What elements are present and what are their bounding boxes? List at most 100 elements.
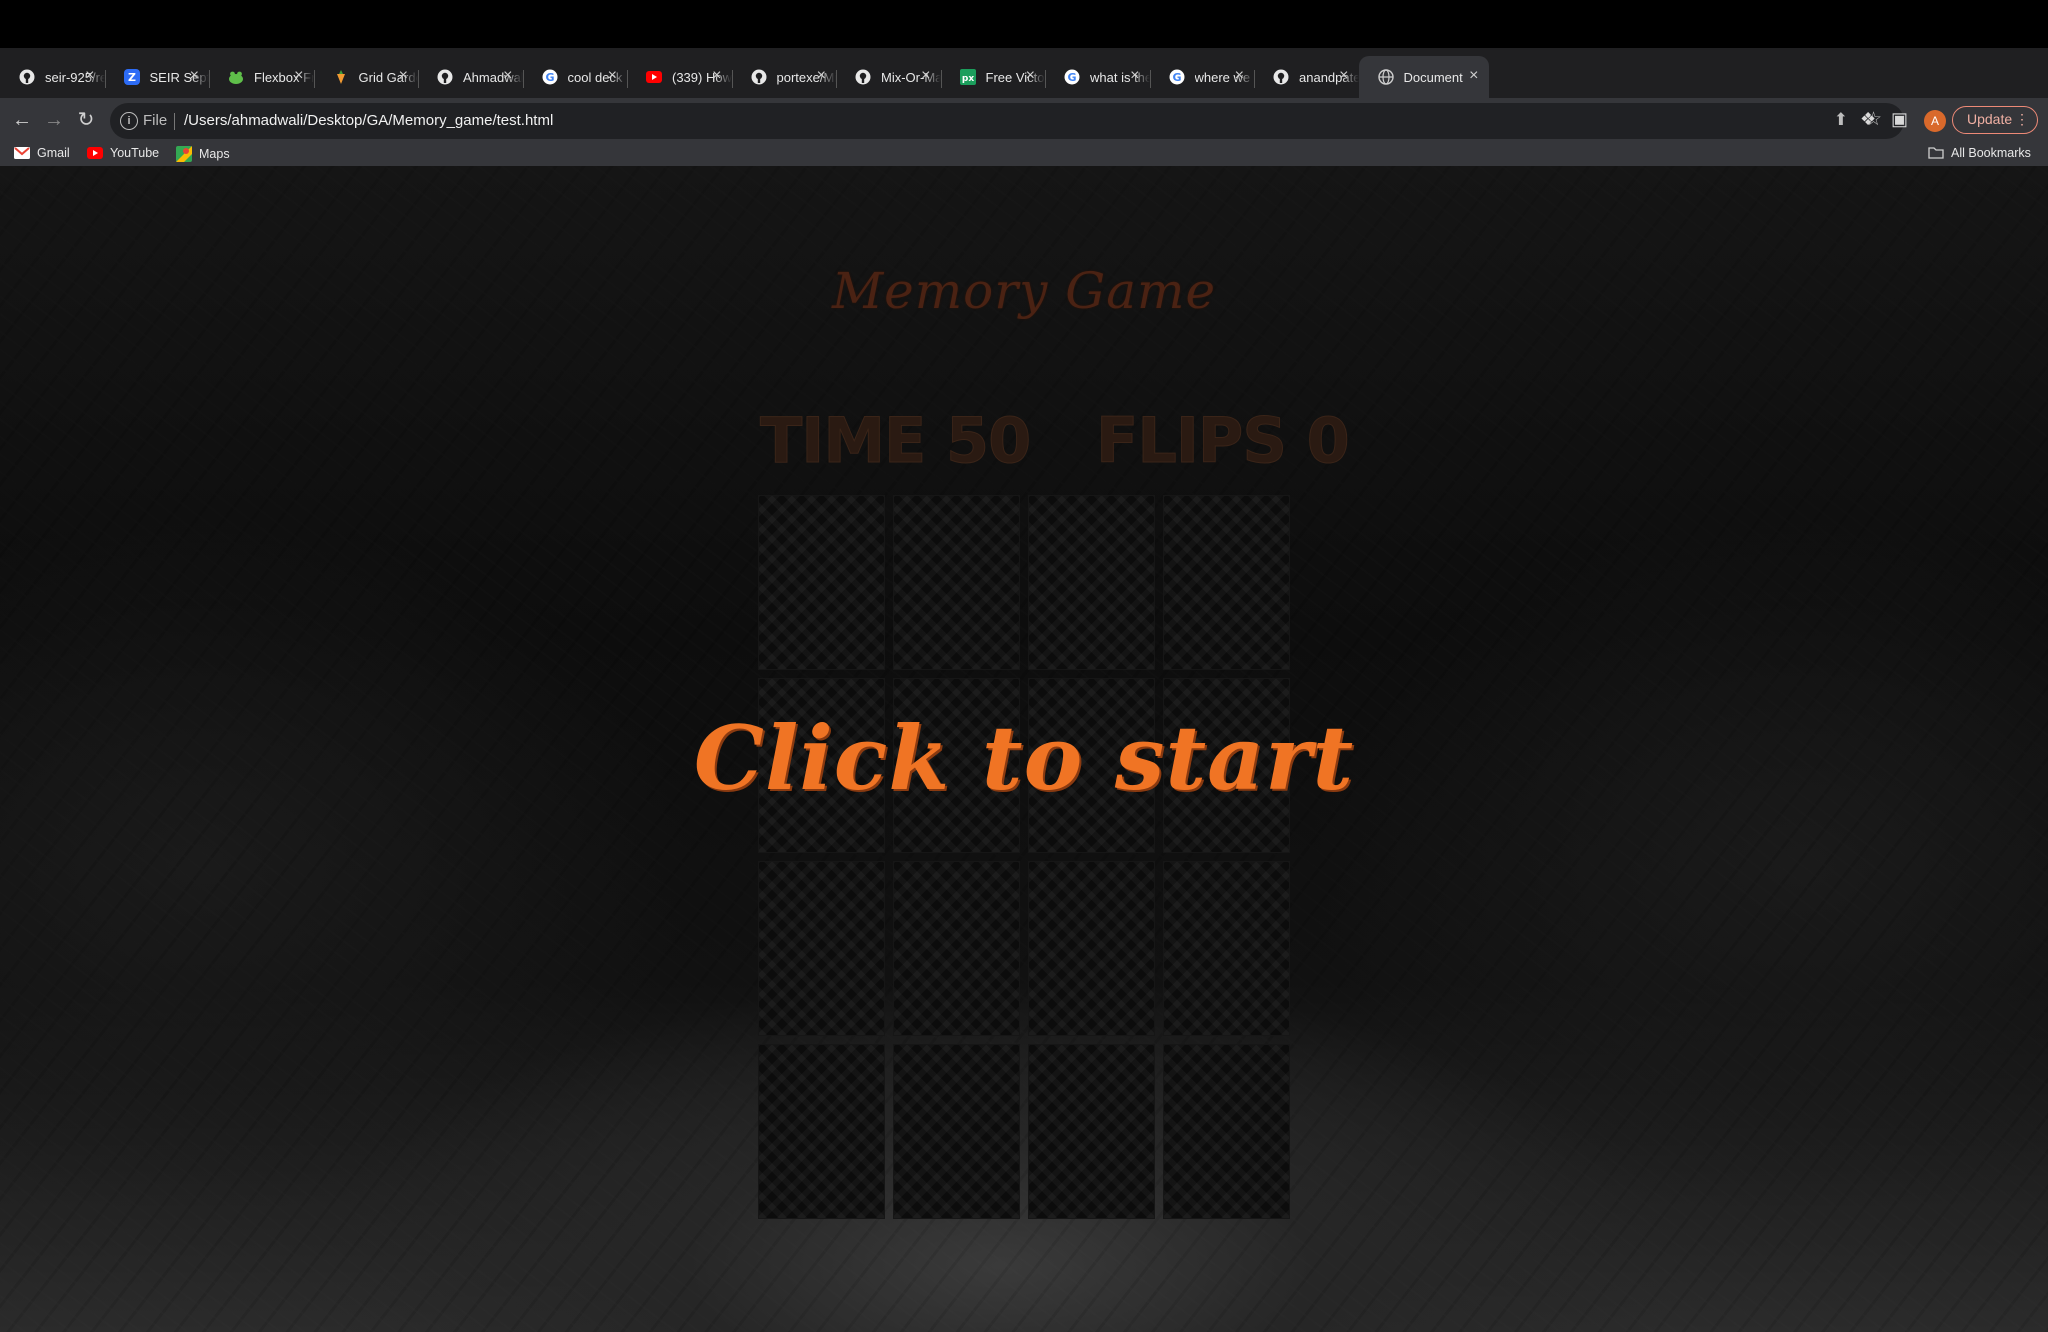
memory-card[interactable]	[759, 496, 884, 669]
browser-tab[interactable]: (339) How T×	[627, 56, 732, 98]
close-tab-icon[interactable]: ×	[712, 67, 721, 85]
memory-card[interactable]	[894, 862, 1019, 1035]
browser-tab[interactable]: Ahmadwali1×	[418, 56, 523, 98]
memory-card[interactable]	[894, 496, 1019, 669]
bookmark-label: Maps	[199, 147, 230, 161]
tab-separator	[940, 70, 942, 88]
memory-card[interactable]	[1029, 1045, 1154, 1218]
tab-title: SEIR Septem	[149, 69, 210, 85]
tab-title: cool deck of	[567, 69, 628, 85]
url-divider	[174, 113, 175, 130]
tab-separator	[1045, 70, 1046, 88]
browser-tab[interactable]: Gwhat is the ×	[1045, 56, 1150, 98]
bookmark-item[interactable]: Maps	[176, 146, 230, 162]
tab-title: Free Victory	[985, 69, 1046, 85]
frog-icon	[227, 68, 245, 86]
back-button[interactable]: ←	[8, 106, 36, 134]
memory-card[interactable]	[759, 1045, 884, 1218]
tab-title: seir-925/rea	[45, 69, 105, 85]
close-tab-icon[interactable]: ×	[294, 67, 303, 85]
gmail-icon	[14, 147, 30, 159]
browser-tab[interactable]: Gwhere we ca×	[1150, 56, 1255, 98]
memory-card[interactable]	[894, 1045, 1019, 1218]
address-bar[interactable]: i File /Users/ahmadwali/Desktop/GA/Memor…	[110, 103, 1904, 139]
close-tab-icon[interactable]: ×	[399, 67, 408, 85]
close-tab-icon[interactable]: ×	[1235, 67, 1244, 85]
tab-separator	[731, 70, 733, 88]
tab-separator	[313, 70, 315, 88]
tab-title: Grid Garden	[358, 69, 419, 85]
zoom-icon: Z	[123, 68, 141, 86]
browser-tab[interactable]: Mix-Or-Mat ×	[836, 56, 941, 98]
game-page: Memory Game TIME 50 FLIPS 0 Click to sta…	[0, 166, 2048, 1332]
close-tab-icon[interactable]: ×	[190, 67, 199, 85]
svg-text:px: px	[961, 74, 973, 84]
browser-tab[interactable]: Z SEIR Septem×	[105, 56, 210, 98]
browser-tab[interactable]: seir-925/rea×	[0, 56, 105, 98]
memory-card[interactable]	[1029, 862, 1154, 1035]
youtube-icon	[645, 68, 663, 86]
tab-separator	[1149, 70, 1151, 88]
browser-tab[interactable]: Flexbox Froggy×	[209, 56, 314, 98]
bookmarks-bar: Gmail YouTube Maps All Bookmarks	[0, 144, 2048, 167]
side-panel-icon[interactable]: ▣	[1891, 109, 1908, 130]
share-icon[interactable]: ⬆	[1834, 110, 1848, 130]
memory-card[interactable]	[759, 862, 884, 1035]
tab-title: (339) How T	[672, 69, 732, 85]
browser-tab[interactable]: portexe/Mix×	[732, 56, 836, 98]
profile-avatar[interactable]: A	[1924, 110, 1946, 132]
close-tab-icon[interactable]: ×	[503, 67, 512, 85]
browser-tab[interactable]: anandpatel4×	[1254, 56, 1359, 98]
forward-button[interactable]: →	[40, 106, 68, 134]
bookmark-item[interactable]: YouTube	[87, 146, 159, 160]
svg-text:G: G	[1067, 71, 1076, 84]
close-tab-icon[interactable]: ×	[85, 67, 94, 85]
tab-separator	[104, 70, 106, 88]
svg-text:G: G	[545, 71, 554, 84]
click-to-start-overlay[interactable]: Click to start	[0, 706, 2048, 810]
close-tab-icon[interactable]: ×	[1469, 67, 1478, 85]
tab-strip: seir-925/rea×ZSEIR Septem×Flexbox Froggy…	[0, 48, 2048, 134]
tab-separator	[418, 70, 419, 88]
github-icon	[1272, 68, 1290, 86]
reload-button[interactable]: ↻	[72, 106, 100, 134]
tab-separator	[209, 70, 210, 88]
close-tab-icon[interactable]: ×	[1026, 67, 1035, 85]
tab-title: where we ca	[1194, 69, 1255, 85]
github-icon	[854, 68, 872, 86]
close-tab-icon[interactable]: ×	[608, 67, 617, 85]
google-icon: G	[1063, 68, 1081, 86]
browser-tab[interactable]: Gcool deck of×	[523, 56, 628, 98]
close-tab-icon[interactable]: ×	[1339, 67, 1348, 85]
youtube-icon	[87, 147, 103, 159]
close-tab-icon[interactable]: ×	[817, 67, 826, 85]
os-top-bar	[0, 0, 2048, 48]
memory-card[interactable]	[1164, 496, 1289, 669]
px-icon: px	[959, 68, 977, 86]
close-tab-icon[interactable]: ×	[1130, 67, 1139, 85]
update-button[interactable]: Update ⋮	[1952, 106, 2038, 134]
carrot-icon	[332, 68, 350, 86]
flips-counter: FLIPS 0	[1096, 404, 1351, 478]
tab-separator	[1254, 70, 1255, 88]
bookmark-item[interactable]: Gmail	[14, 146, 70, 160]
close-tab-icon[interactable]: ×	[921, 67, 930, 85]
browser-tab[interactable]: px Free Victory×	[941, 56, 1046, 98]
tab-title: what is the	[1090, 69, 1150, 85]
memory-card[interactable]	[1164, 862, 1289, 1035]
tab-title: Flexbox Froggy	[254, 69, 314, 85]
memory-card[interactable]	[1164, 1045, 1289, 1218]
update-label: Update	[1967, 111, 2013, 127]
all-bookmarks-label: All Bookmarks	[1951, 146, 2031, 160]
globe-icon	[1377, 68, 1395, 86]
memory-card[interactable]	[1029, 496, 1154, 669]
more-menu-icon[interactable]: ⋮	[2015, 107, 2029, 132]
all-bookmarks-button[interactable]: All Bookmarks	[1928, 146, 2031, 160]
extensions-puzzle-icon[interactable]: ❖	[1860, 109, 1876, 130]
tab-separator	[836, 70, 837, 88]
site-info-icon[interactable]: i	[120, 112, 138, 130]
google-icon: G	[541, 68, 559, 86]
browser-tab[interactable]: Grid Garden×	[314, 56, 419, 98]
url-text[interactable]: /Users/ahmadwali/Desktop/GA/Memory_game/…	[184, 112, 553, 129]
browser-tab[interactable]: Document ×	[1358, 56, 1489, 98]
